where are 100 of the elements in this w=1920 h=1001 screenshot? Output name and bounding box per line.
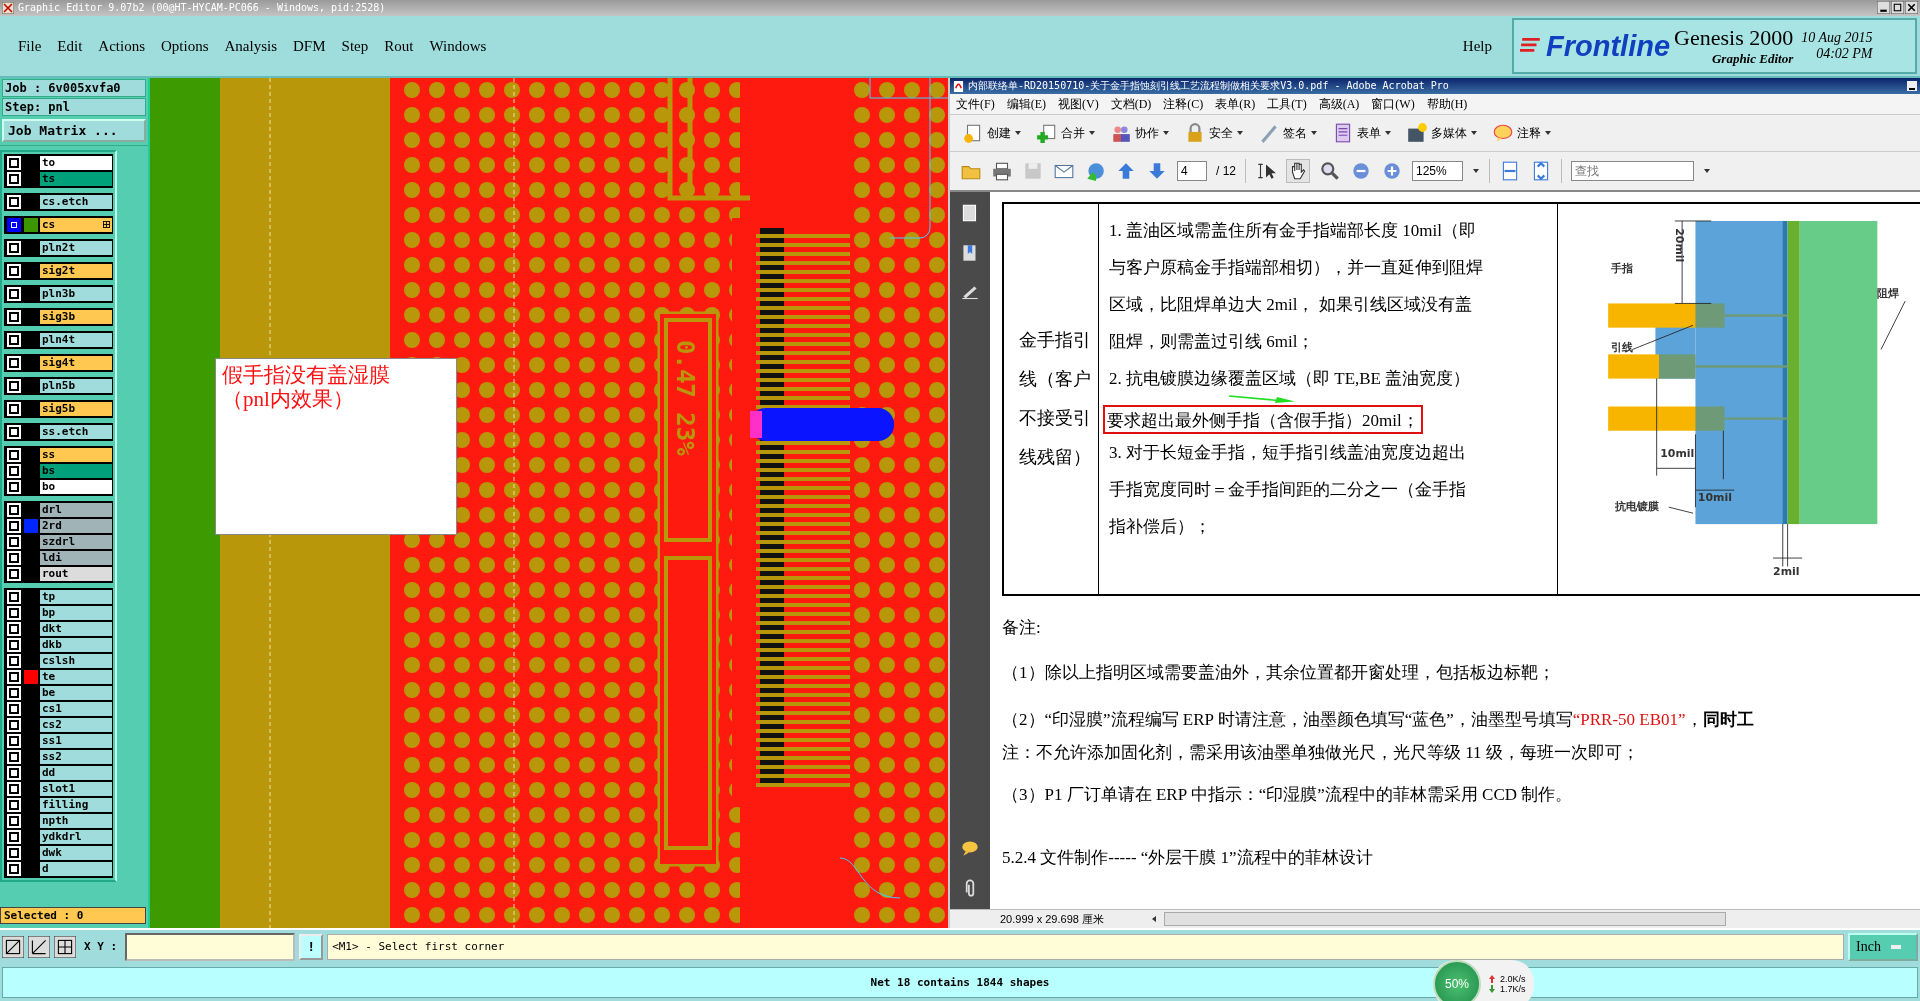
page-number-field[interactable]: 4: [1177, 161, 1207, 182]
layer-checkbox[interactable]: [9, 197, 19, 208]
layer-checkbox[interactable]: [9, 640, 19, 651]
layer-name[interactable]: te: [40, 670, 113, 685]
layer-checkbox[interactable]: [9, 848, 19, 859]
menu-item[interactable]: Actions: [90, 37, 153, 55]
layer-checkbox[interactable]: [9, 482, 19, 493]
layer-checkbox[interactable]: [9, 752, 19, 763]
layer-name[interactable]: cs1: [40, 702, 113, 717]
menu-item[interactable]: 视图(V): [1058, 95, 1099, 113]
layer-name[interactable]: bs: [40, 464, 113, 479]
layer-checkbox[interactable]: [9, 243, 19, 254]
layer-checkbox[interactable]: [9, 736, 19, 747]
layer-checkbox[interactable]: [9, 450, 19, 461]
layer-checkbox[interactable]: [9, 335, 19, 346]
layer-checkbox[interactable]: [9, 358, 19, 369]
menu-item[interactable]: Analysis: [216, 37, 286, 55]
layer-checkbox[interactable]: [9, 768, 19, 779]
menu-item[interactable]: File: [10, 37, 50, 55]
menu-item[interactable]: 高级(A): [1318, 95, 1360, 113]
menu-item[interactable]: 窗口(W): [1371, 95, 1415, 113]
layer-checkbox[interactable]: [9, 864, 19, 875]
unit-button[interactable]: Inch: [1848, 933, 1918, 961]
layer-name[interactable]: pln4t: [40, 333, 113, 348]
layer-checkbox[interactable]: [9, 174, 19, 185]
toolbar-button[interactable]: 协作: [1106, 120, 1174, 147]
layer-name[interactable]: ss1: [40, 734, 113, 749]
grid-tool-icon[interactable]: [54, 936, 76, 958]
search-field[interactable]: 查找: [1571, 161, 1694, 182]
layer-name[interactable]: ydkdrl: [40, 830, 113, 845]
layer-name[interactable]: cs: [40, 218, 113, 233]
minimize-icon[interactable]: [1877, 1, 1890, 15]
menu-item[interactable]: 编辑(E): [1006, 95, 1046, 113]
globe-icon[interactable]: [1084, 160, 1106, 183]
menu-item[interactable]: 文档(D): [1110, 95, 1152, 113]
menu-item[interactable]: Edit: [49, 37, 91, 55]
layer-name[interactable]: be: [40, 686, 113, 701]
layer-checkbox[interactable]: [9, 624, 19, 635]
ruler-tool-icon[interactable]: [28, 936, 50, 958]
job-matrix-button[interactable]: Job Matrix ...: [2, 119, 146, 143]
coordinate-field[interactable]: [125, 933, 296, 961]
layer-checkbox[interactable]: [9, 608, 19, 619]
layer-name[interactable]: ldi: [40, 551, 113, 566]
menu-item[interactable]: Step: [333, 37, 377, 55]
layer-checkbox[interactable]: [9, 800, 19, 811]
toolbar-button[interactable]: 多媒体: [1402, 120, 1482, 147]
layer-name[interactable]: rout: [40, 567, 113, 582]
layer-name[interactable]: slot1: [40, 782, 113, 797]
menu-item[interactable]: 文件(F): [956, 95, 995, 113]
menu-item[interactable]: Rout: [376, 37, 422, 55]
layer-name[interactable]: pln5b: [40, 379, 113, 394]
layer-name[interactable]: dkb: [40, 638, 113, 653]
layer-checkbox[interactable]: [9, 158, 19, 169]
layer-name[interactable]: tp: [40, 590, 113, 605]
layer-checkbox[interactable]: [9, 553, 19, 564]
menu-item[interactable]: 表单(R): [1215, 95, 1256, 113]
layer-checkbox[interactable]: [9, 672, 19, 683]
layer-name[interactable]: 2rd: [40, 519, 113, 534]
hand-icon[interactable]: [1286, 159, 1310, 184]
layer-checkbox[interactable]: [9, 537, 19, 548]
layer-checkbox[interactable]: [9, 466, 19, 477]
menu-item[interactable]: DFM: [285, 37, 334, 55]
layer-name[interactable]: pln3b: [40, 287, 113, 302]
layer-name[interactable]: d: [40, 862, 113, 877]
square-tool-icon[interactable]: [2, 936, 24, 958]
layer-name[interactable]: drl: [40, 503, 113, 518]
layer-name[interactable]: sig2t: [40, 264, 113, 279]
layer-checkbox[interactable]: [9, 266, 19, 277]
layer-name[interactable]: sig3b: [40, 310, 113, 325]
layer-checkbox[interactable]: [9, 656, 19, 667]
layer-name[interactable]: cs.etch: [40, 195, 113, 210]
close-icon[interactable]: [1905, 1, 1918, 15]
layer-name[interactable]: ts: [40, 172, 113, 187]
layer-name[interactable]: cslsh: [40, 654, 113, 669]
layer-name[interactable]: ss: [40, 448, 113, 463]
layer-checkbox[interactable]: [9, 427, 19, 438]
layer-name[interactable]: ss.etch: [40, 425, 113, 440]
menu-item[interactable]: 工具(T): [1267, 95, 1307, 113]
execute-button[interactable]: !: [299, 934, 324, 960]
layer-name[interactable]: dkt: [40, 622, 113, 637]
menu-item[interactable]: 帮助(H): [1426, 95, 1468, 113]
menu-item[interactable]: Options: [153, 37, 217, 55]
layer-checkbox[interactable]: [9, 220, 19, 231]
printer-icon[interactable]: [991, 160, 1013, 183]
layer-checkbox[interactable]: [9, 289, 19, 300]
layer-checkbox[interactable]: [9, 569, 19, 580]
layer-name[interactable]: ss2: [40, 750, 113, 765]
layer-checkbox[interactable]: [9, 688, 19, 699]
layer-name[interactable]: bp: [40, 606, 113, 621]
zoom-field[interactable]: 125%: [1412, 161, 1463, 182]
layer-name[interactable]: bo: [40, 480, 113, 495]
minimize-icon[interactable]: [1907, 81, 1917, 92]
menu-item[interactable]: 注释(C): [1163, 95, 1204, 113]
help-menu[interactable]: Help: [1454, 37, 1500, 55]
layer-checkbox[interactable]: [9, 505, 19, 516]
toolbar-button[interactable]: 签名: [1254, 120, 1322, 147]
layer-name[interactable]: dwk: [40, 846, 113, 861]
horizontal-scrollbar[interactable]: [1163, 912, 1726, 927]
layer-name[interactable]: filling: [40, 798, 113, 813]
layer-name[interactable]: cs2: [40, 718, 113, 733]
